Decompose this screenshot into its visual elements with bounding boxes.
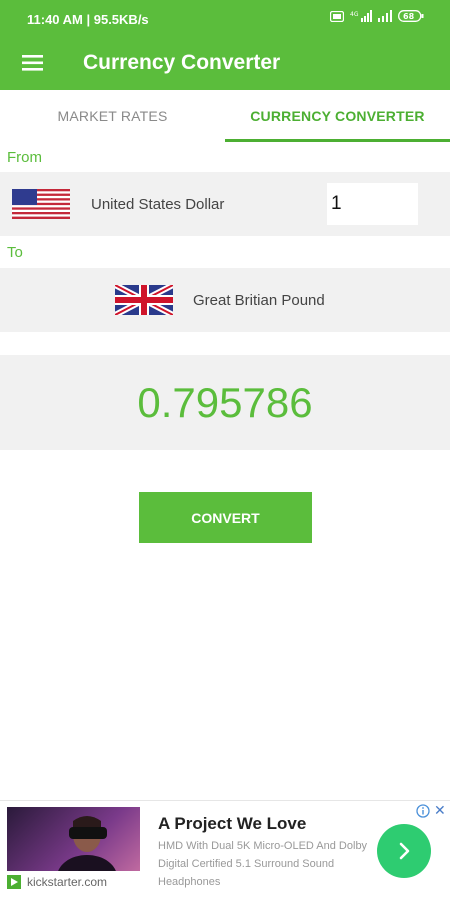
hamburger-menu-icon[interactable] <box>20 50 46 76</box>
battery-icon: 68 <box>398 10 424 22</box>
convert-button[interactable]: CONVERT <box>139 492 312 543</box>
tab-currency-converter[interactable]: CURRENCY CONVERTER <box>225 90 450 142</box>
chevron-right-icon <box>399 842 410 860</box>
uk-flag-icon <box>115 285 173 315</box>
ad-info-icon[interactable] <box>416 804 430 818</box>
result-box: 0.795786 <box>0 355 450 450</box>
ad-open-button[interactable] <box>377 824 431 878</box>
ad-close-icon[interactable]: ✕ <box>434 802 446 819</box>
amount-input[interactable] <box>327 183 418 225</box>
svg-text:4G: 4G <box>350 11 359 18</box>
from-label: From <box>7 149 42 166</box>
to-currency-row[interactable]: Great Britian Pound <box>0 268 450 332</box>
hd-icon <box>330 10 344 22</box>
app-title: Currency Converter <box>83 51 281 74</box>
to-label: To <box>7 244 23 261</box>
signal-icon <box>378 10 392 22</box>
tab-bar: MARKET RATES CURRENCY CONVERTER <box>0 90 450 142</box>
status-icons: 4G 68 <box>330 10 424 22</box>
signal-4g-icon: 4G <box>350 10 372 22</box>
status-bar: 11:40 AM | 95.5KB/s 4G 68 <box>0 0 450 38</box>
result-value: 0.795786 <box>137 378 313 426</box>
battery-level: 68 <box>403 12 415 21</box>
ad-domain-wrap[interactable]: kickstarter.com <box>7 875 107 889</box>
ad-description: HMD With Dual 5K Micro-OLED And Dolby Di… <box>158 840 368 888</box>
to-currency-name: Great Britian Pound <box>193 292 325 309</box>
us-flag-icon <box>12 189 70 219</box>
ad-image[interactable] <box>7 807 140 871</box>
from-currency-name: United States Dollar <box>91 196 225 213</box>
ad-banner[interactable]: kickstarter.com A Project We Love HMD Wi… <box>0 800 450 901</box>
tab-indicator <box>225 139 450 142</box>
app-bar: 11:40 AM | 95.5KB/s 4G 68 Currency Conve… <box>0 0 450 90</box>
from-currency-row[interactable]: United States Dollar <box>0 172 450 236</box>
toolbar: Currency Converter <box>0 38 450 90</box>
play-store-icon <box>7 875 21 889</box>
tab-market-rates[interactable]: MARKET RATES <box>0 90 225 142</box>
ad-domain: kickstarter.com <box>27 875 108 889</box>
ad-title[interactable]: A Project We Love <box>158 814 306 834</box>
status-time: 11:40 AM | 95.5KB/s <box>27 12 149 27</box>
